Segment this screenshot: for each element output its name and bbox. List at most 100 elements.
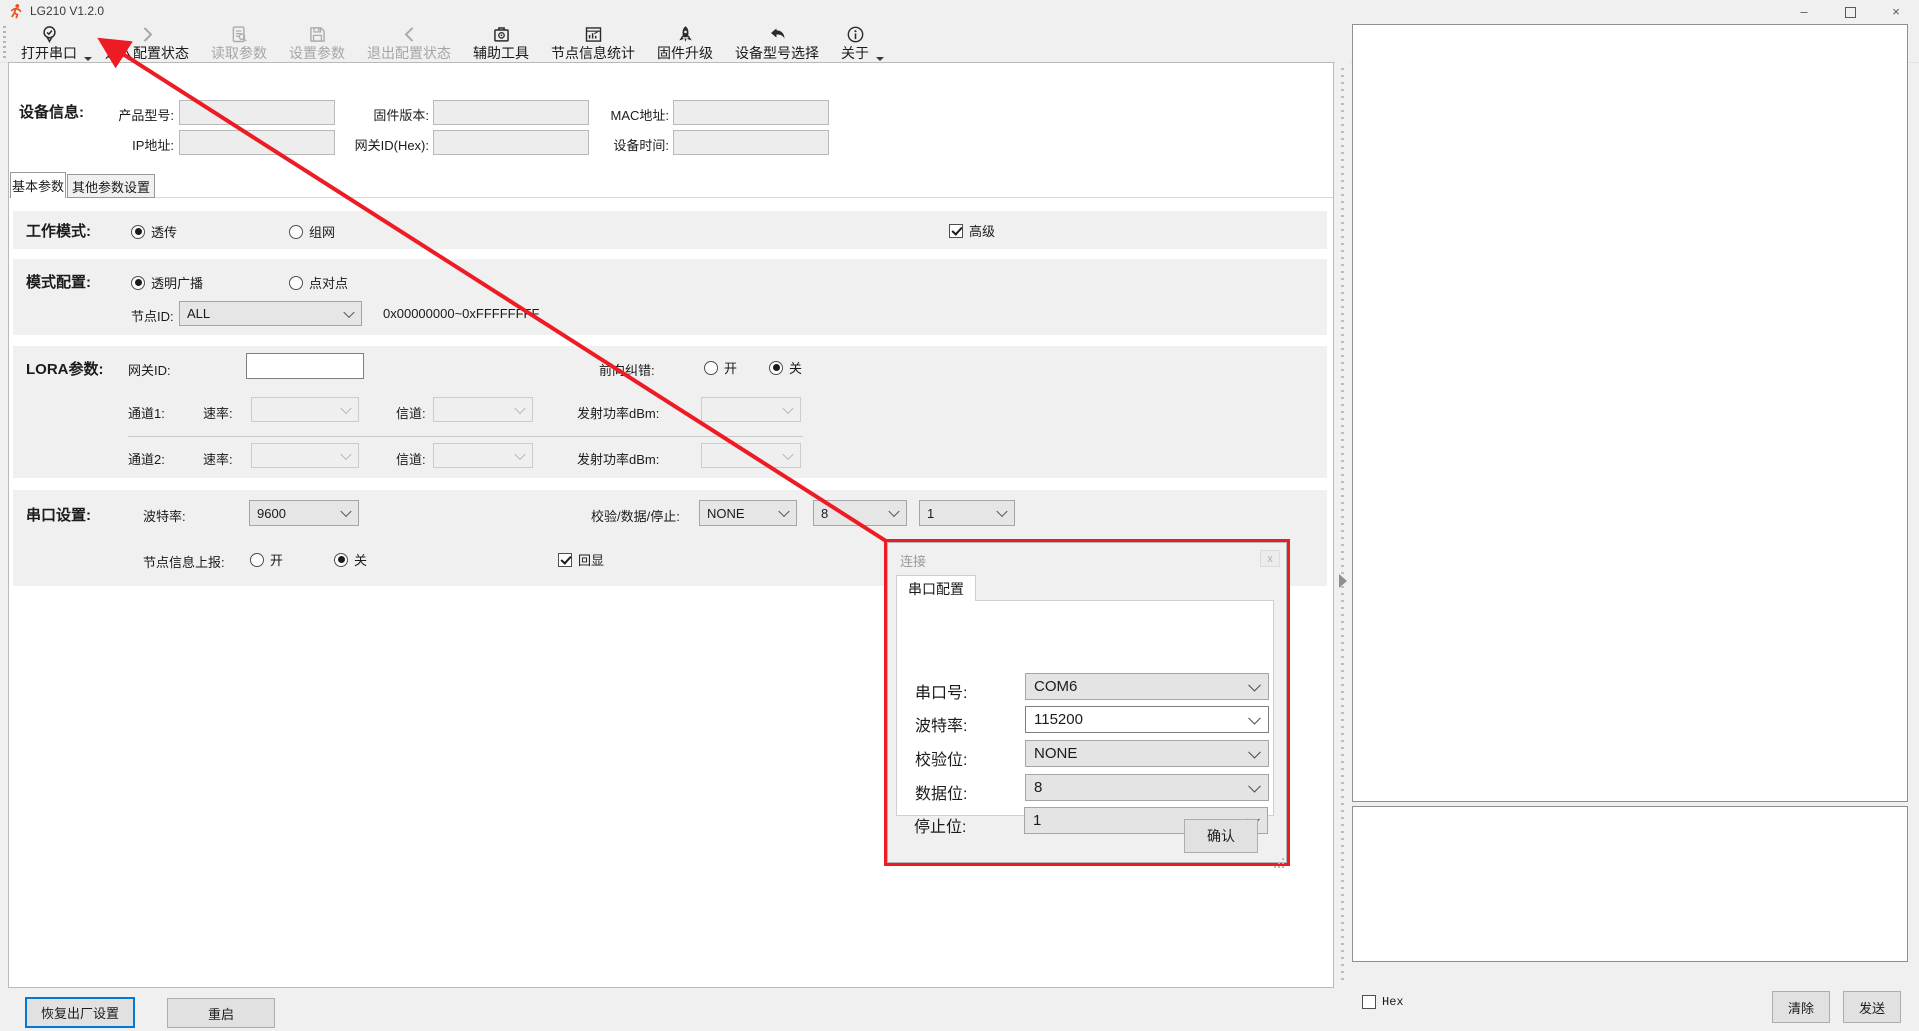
dialog-baud-label: 波特率:	[915, 712, 967, 736]
dialog-databits-dropdown[interactable]: 8	[1025, 774, 1269, 801]
dialog-parity-dropdown[interactable]: NONE	[1025, 740, 1269, 767]
radio-icon	[289, 225, 303, 239]
radio-transparent[interactable]: 透传	[131, 222, 177, 241]
node-id-dropdown[interactable]: ALL	[179, 301, 362, 326]
close-button[interactable]: ×	[1873, 0, 1919, 22]
restore-button[interactable]	[1827, 0, 1873, 22]
close-icon: ×	[1892, 4, 1900, 19]
mac-address-input	[673, 100, 829, 125]
app-logo-icon	[8, 3, 24, 24]
send-input-panel[interactable]	[1352, 806, 1908, 962]
node-report-off-radio[interactable]: 关	[334, 550, 367, 569]
toolbar-about[interactable]: 关于	[830, 23, 880, 61]
channel-divider	[128, 436, 803, 437]
clear-button[interactable]: 清除	[1772, 991, 1830, 1023]
work-mode-section: 工作模式: 透传 组网 高级	[13, 211, 1327, 249]
radio-networking[interactable]: 组网	[289, 222, 335, 241]
checkbox-icon	[1362, 995, 1376, 1009]
advanced-checkbox[interactable]: 高级	[949, 221, 995, 240]
node-report-on-radio[interactable]: 开	[250, 550, 283, 569]
splitter-dots	[1341, 68, 1344, 982]
chevron-left-icon	[399, 24, 420, 45]
app-window: LG210 V1.2.0 – × 打开串口 进入配置状态	[0, 0, 1919, 1031]
channel1-label: 通道1:	[128, 403, 165, 422]
dialog-tab-content: 串口号: COM6 波特率: 115200 校验位: NONE 数据位: 8	[896, 600, 1274, 816]
work-mode-label: 工作模式:	[26, 220, 91, 241]
serial-config-dialog: 连接 x 串口配置 串口号: COM6 波特率: 115200 校验位: NON…	[887, 542, 1287, 863]
send-button[interactable]: 发送	[1843, 991, 1901, 1023]
ip-address-input	[179, 130, 335, 155]
field-label-gateway-id-hex: 网关ID(Hex):	[329, 135, 429, 154]
node-id-range-hint: 0x00000000~0xFFFFFFFF	[383, 306, 539, 321]
radio-transparent-broadcast[interactable]: 透明广播	[131, 273, 203, 292]
dialog-close-icon: x	[1267, 553, 1273, 565]
radio-icon	[289, 276, 303, 290]
splitter-collapse-icon[interactable]	[1339, 574, 1347, 588]
stopbits-dropdown[interactable]: 1	[919, 500, 1015, 526]
lora-params-section: LORA参数: 网关ID: 前向纠错: 开 关 通道1: 速率: 信道: 发射功…	[13, 346, 1327, 478]
window-title: LG210 V1.2.0	[30, 4, 104, 18]
field-label-mac-address: MAC地址:	[585, 105, 669, 124]
tab-other-params[interactable]: 其他参数设置	[67, 174, 155, 198]
channel2-rate-label: 速率:	[203, 449, 233, 468]
radio-icon	[334, 553, 348, 567]
tab-basic-params[interactable]: 基本参数	[10, 172, 66, 198]
fec-label: 前向纠错:	[599, 360, 655, 379]
node-id-label: 节点ID:	[131, 306, 174, 325]
about-dropdown-caret-icon[interactable]	[876, 57, 884, 61]
toolbar-open-serial[interactable]: 打开串口	[10, 23, 88, 61]
serial-settings-label: 串口设置:	[26, 504, 91, 525]
toolbar-node-stats[interactable]: 节点信息统计	[540, 23, 646, 61]
lora-gateway-id-input[interactable]	[246, 353, 364, 379]
toolbar-model-select[interactable]: 设备型号选择	[724, 23, 830, 61]
com-port-label: 串口号:	[915, 679, 967, 703]
annotation-highlight-box: 连接 x 串口配置 串口号: COM6 波特率: 115200 校验位: NON…	[884, 539, 1290, 866]
restart-button[interactable]: 重启	[167, 998, 275, 1028]
dialog-confirm-button[interactable]: 确认	[1184, 819, 1258, 853]
echo-checkbox[interactable]: 回显	[558, 550, 604, 569]
dialog-parity-label: 校验位:	[915, 746, 967, 770]
dialog-resize-grip[interactable]	[1282, 858, 1284, 860]
field-label-firmware-version: 固件版本:	[345, 105, 429, 124]
channel1-power-dropdown	[701, 397, 801, 422]
open-serial-dropdown-caret-icon[interactable]	[84, 57, 92, 61]
channel1-rate-dropdown	[251, 397, 359, 422]
baud-label: 波特率:	[143, 506, 186, 525]
firmware-version-input	[433, 100, 589, 125]
channel2-chan-label: 信道:	[396, 449, 426, 468]
channel1-rate-label: 速率:	[203, 403, 233, 422]
titlebar: LG210 V1.2.0 – ×	[0, 0, 1919, 22]
field-label-device-time: 设备时间:	[585, 135, 669, 154]
toolbar-enter-config[interactable]: 进入配置状态	[94, 23, 200, 61]
splitter[interactable]	[1336, 62, 1350, 988]
dialog-close-button[interactable]: x	[1260, 550, 1280, 567]
channel2-rate-dropdown	[251, 443, 359, 468]
toolbar-aux-tools[interactable]: 辅助工具	[462, 23, 540, 61]
pin-check-icon	[39, 24, 60, 45]
databits-dropdown[interactable]: 8	[813, 500, 907, 526]
channel2-power-label: 发射功率dBm:	[577, 449, 659, 468]
gateway-id-hex-input	[433, 130, 589, 155]
factory-reset-button[interactable]: 恢复出厂设置	[25, 997, 135, 1028]
dialog-databits-label: 数据位:	[915, 780, 967, 804]
toolbar-gripper[interactable]	[3, 26, 6, 58]
parity-dropdown[interactable]: NONE	[699, 500, 797, 526]
fec-on-radio[interactable]: 开	[704, 358, 737, 377]
minimize-button[interactable]: –	[1781, 0, 1827, 22]
dialog-baud-dropdown[interactable]: 115200	[1025, 706, 1269, 733]
doc-search-icon	[229, 24, 250, 45]
baud-dropdown[interactable]: 9600	[249, 500, 359, 526]
hex-checkbox[interactable]: Hex	[1362, 995, 1404, 1009]
radio-point-to-point[interactable]: 点对点	[289, 273, 348, 292]
fec-off-radio[interactable]: 关	[769, 358, 802, 377]
receive-log-panel	[1352, 24, 1908, 802]
minimize-icon: –	[1800, 4, 1807, 19]
toolbar-set-params: 设置参数	[278, 23, 356, 61]
radio-icon	[704, 361, 718, 375]
com-port-dropdown[interactable]: COM6	[1025, 673, 1269, 700]
lora-gateway-id-label: 网关ID:	[128, 360, 171, 379]
toolbox-icon	[491, 24, 512, 45]
checkbox-icon	[949, 224, 963, 238]
dialog-tab-serial-config[interactable]: 串口配置	[896, 575, 976, 601]
toolbar-firmware-upgrade[interactable]: 固件升级	[646, 23, 724, 61]
